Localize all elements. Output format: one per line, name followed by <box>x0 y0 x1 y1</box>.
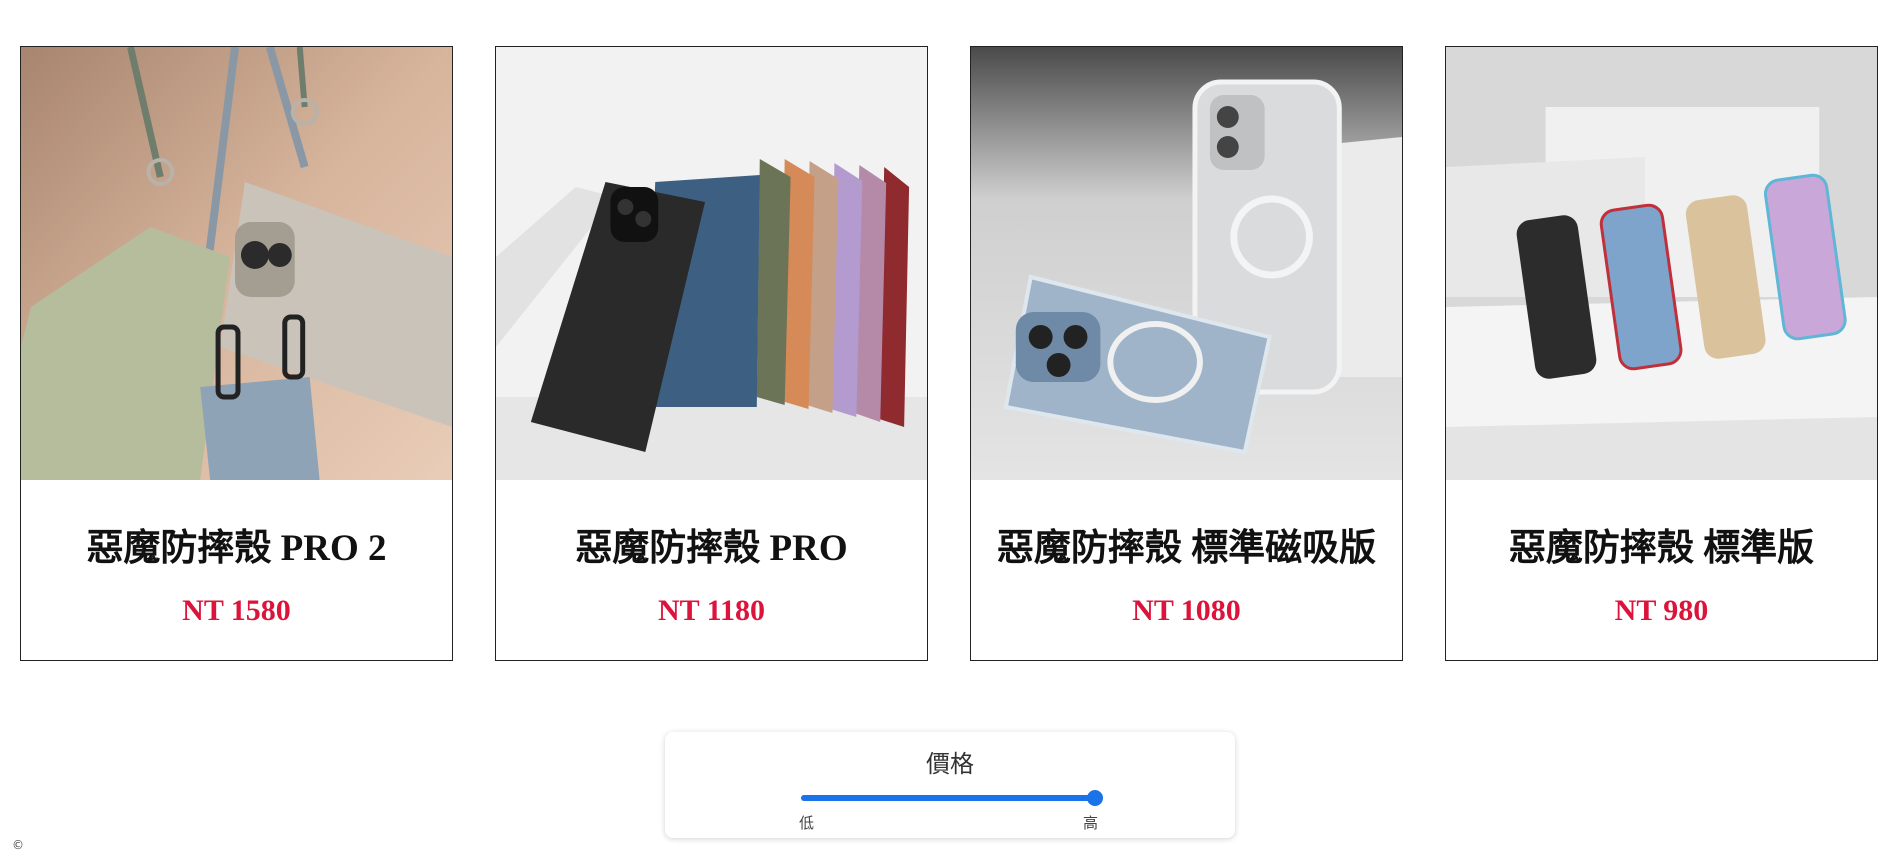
product-price: NT 1580 <box>182 594 291 627</box>
product-grid: 惡魔防摔殼 PRO 2 NT 1580 惡魔防摔殼 PRO NT 1180 惡魔… <box>20 46 1878 663</box>
slider-high-label: 高 <box>1083 814 1099 832</box>
phone-case-colors-image[interactable] <box>496 47 927 480</box>
product-price: NT 1080 <box>1132 594 1241 627</box>
product-name[interactable]: 惡魔防摔殼 PRO 2 <box>21 517 452 571</box>
product-card[interactable]: 惡魔防摔殼 PRO 2 NT 1580 <box>20 46 453 661</box>
product-name[interactable]: 惡魔防摔殼 標準磁吸版 <box>971 517 1402 571</box>
phone-case-magsafe-image[interactable] <box>971 47 1402 480</box>
product-price: NT 1180 <box>658 594 765 627</box>
slider-low-label: 低 <box>799 814 815 832</box>
slider-fill <box>801 795 1095 801</box>
product-card[interactable]: 惡魔防摔殼 標準磁吸版 NT 1080 <box>970 46 1403 661</box>
product-card[interactable]: 惡魔防摔殼 PRO NT 1180 <box>495 46 928 661</box>
slider-thumb[interactable] <box>1087 790 1103 806</box>
product-name[interactable]: 惡魔防摔殼 PRO <box>496 517 927 571</box>
phone-case-standard-image[interactable] <box>1446 47 1877 480</box>
price-filter-panel: 價格 低 高 <box>665 732 1235 838</box>
product-name[interactable]: 惡魔防摔殼 標準版 <box>1446 517 1877 571</box>
product-price: NT 980 <box>1614 594 1709 627</box>
phone-case-strap-image[interactable] <box>21 47 452 480</box>
product-card[interactable]: 惡魔防摔殼 標準版 NT 980 <box>1445 46 1878 661</box>
c-icon: © <box>12 838 24 852</box>
price-filter-title: 價格 <box>926 750 974 778</box>
price-slider[interactable] <box>801 788 1103 808</box>
